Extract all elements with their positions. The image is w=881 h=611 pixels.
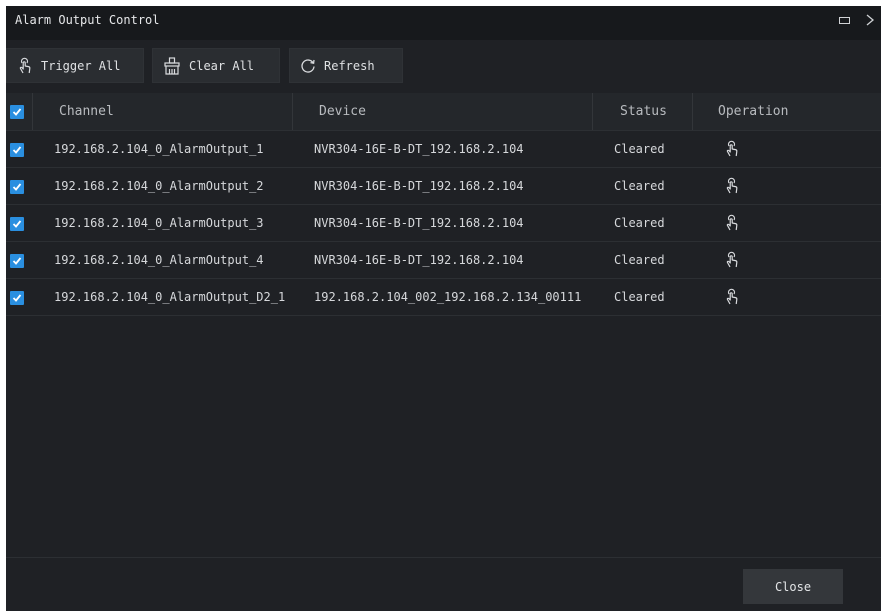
clear-all-label: Clear All: [189, 58, 255, 73]
checkmark-icon: [12, 220, 22, 228]
channel-cell: 192.168.2.104_0_AlarmOutput_4: [54, 253, 264, 267]
column-header-status[interactable]: Status: [620, 93, 667, 130]
title-bar: Alarm Output Control: [6, 6, 881, 40]
row-checkbox[interactable]: [10, 291, 24, 305]
refresh-icon: [301, 58, 315, 73]
clear-all-button[interactable]: Clear All: [152, 48, 280, 83]
finger-tap-icon[interactable]: [724, 251, 740, 269]
channel-cell: 192.168.2.104_0_AlarmOutput_D2_1: [54, 290, 286, 304]
device-cell: 192.168.2.104_002_192.168.2.134_00111: [314, 290, 582, 304]
row-checkbox[interactable]: [10, 143, 24, 157]
maximize-button[interactable]: [833, 6, 855, 34]
device-cell: NVR304-16E-B-DT_192.168.2.104: [314, 253, 524, 267]
status-cell: Cleared: [614, 142, 665, 156]
channel-cell: 192.168.2.104_0_AlarmOutput_2: [54, 179, 264, 193]
channel-cell: 192.168.2.104_0_AlarmOutput_3: [54, 216, 264, 230]
refresh-label: Refresh: [324, 58, 375, 73]
checkmark-icon: [12, 183, 22, 191]
column-header-device[interactable]: Device: [319, 93, 366, 130]
close-icon: [866, 14, 875, 26]
checkmark-icon: [12, 146, 22, 154]
table-row[interactable]: 192.168.2.104_0_AlarmOutput_2 NVR304-16E…: [6, 168, 881, 205]
table-row[interactable]: 192.168.2.104_0_AlarmOutput_D2_1 192.168…: [6, 279, 881, 316]
device-cell: NVR304-16E-B-DT_192.168.2.104: [314, 142, 524, 156]
window-title: Alarm Output Control: [15, 13, 160, 27]
alarm-output-table: Channel Device Status Operation 192.168.…: [6, 93, 881, 316]
finger-tap-icon: [19, 57, 31, 73]
device-cell: NVR304-16E-B-DT_192.168.2.104: [314, 216, 524, 230]
toolbar: Trigger All Clear All Refresh: [6, 44, 881, 90]
maximize-icon: [838, 16, 850, 24]
column-separator: [692, 93, 693, 130]
column-header-channel[interactable]: Channel: [59, 93, 114, 130]
checkmark-icon: [12, 257, 22, 265]
channel-cell: 192.168.2.104_0_AlarmOutput_1: [54, 142, 264, 156]
close-button[interactable]: Close: [743, 569, 843, 604]
row-checkbox[interactable]: [10, 217, 24, 231]
column-separator: [32, 93, 33, 130]
alarm-output-control-dialog: Alarm Output Control Trigger All Clear A…: [6, 6, 881, 611]
table-row[interactable]: 192.168.2.104_0_AlarmOutput_3 NVR304-16E…: [6, 205, 881, 242]
finger-tap-icon[interactable]: [724, 214, 740, 232]
row-checkbox[interactable]: [10, 180, 24, 194]
close-window-button[interactable]: [859, 6, 881, 34]
status-cell: Cleared: [614, 253, 665, 267]
column-separator: [592, 93, 593, 130]
refresh-button[interactable]: Refresh: [289, 48, 403, 83]
finger-tap-icon[interactable]: [724, 140, 740, 158]
finger-tap-icon[interactable]: [724, 288, 740, 306]
table-row[interactable]: 192.168.2.104_0_AlarmOutput_4 NVR304-16E…: [6, 242, 881, 279]
status-cell: Cleared: [614, 290, 665, 304]
column-separator: [292, 93, 293, 130]
trigger-all-button[interactable]: Trigger All: [6, 48, 144, 83]
status-cell: Cleared: [614, 216, 665, 230]
trigger-all-label: Trigger All: [41, 58, 121, 73]
dialog-footer: Close: [6, 557, 881, 611]
checkmark-icon: [12, 108, 22, 116]
table-row[interactable]: 192.168.2.104_0_AlarmOutput_1 NVR304-16E…: [6, 131, 881, 168]
device-cell: NVR304-16E-B-DT_192.168.2.104: [314, 179, 524, 193]
finger-tap-icon[interactable]: [724, 177, 740, 195]
select-all-checkbox[interactable]: [10, 105, 24, 119]
table-header: Channel Device Status Operation: [6, 93, 881, 131]
row-checkbox[interactable]: [10, 254, 24, 268]
checkmark-icon: [12, 294, 22, 302]
column-header-operation[interactable]: Operation: [718, 93, 788, 130]
status-cell: Cleared: [614, 179, 665, 193]
broom-icon: [164, 56, 180, 75]
